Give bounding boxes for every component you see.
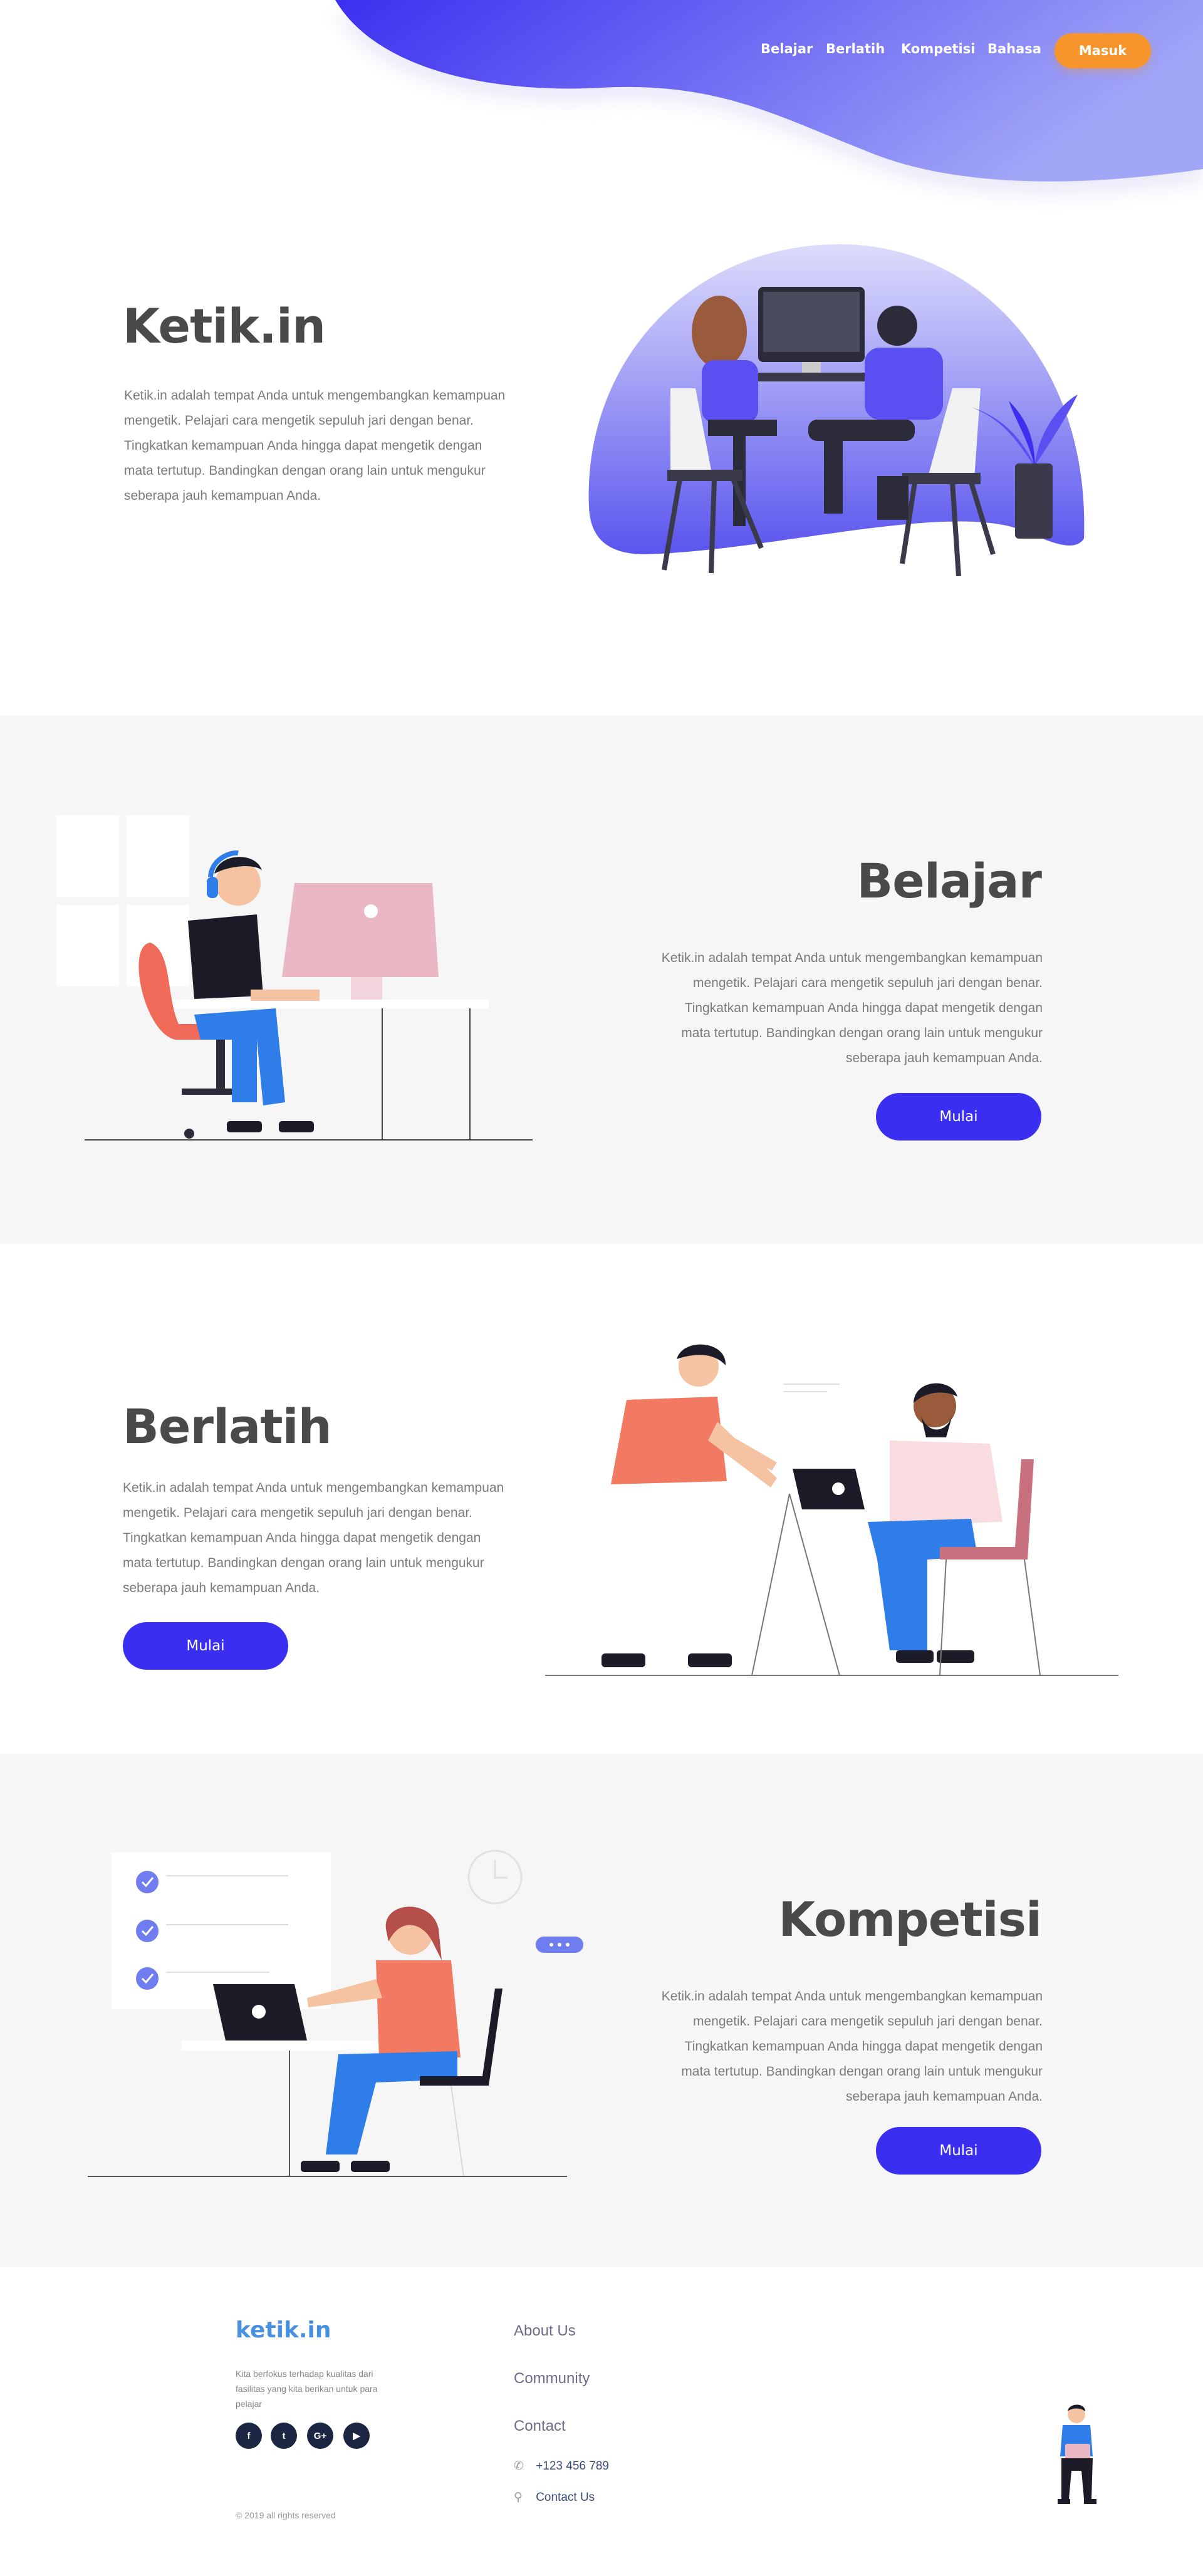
facebook-icon[interactable]: f	[236, 2423, 262, 2449]
twitter-icon[interactable]: t	[271, 2423, 297, 2449]
footer-mascot-illustration	[1058, 2404, 1096, 2504]
footer-logo-text: ketik.in	[236, 2317, 331, 2343]
hero-illustration	[588, 244, 1085, 576]
belajar-description: Ketik.in adalah tempat Anda untuk mengem…	[661, 951, 1043, 1065]
phone-number: +123 456 789	[536, 2460, 609, 2473]
contact-us-label: Contact Us	[536, 2491, 595, 2504]
copyright: © 2019 all rights reserved	[236, 2510, 336, 2520]
berlatih-title: Berlatih	[123, 1399, 332, 1454]
footer-link-contact[interactable]: Contact	[514, 2418, 566, 2435]
phone-icon: ✆	[514, 2460, 524, 2473]
nav-belajar[interactable]: Belajar	[761, 41, 813, 56]
google-plus-icon[interactable]: G+	[307, 2423, 333, 2449]
footer-link-about-us[interactable]: About Us	[514, 2322, 576, 2340]
footer-link-community[interactable]: Community	[514, 2370, 590, 2387]
berlatih-description: Ketik.in adalah tempat Anda untuk mengem…	[123, 1481, 504, 1595]
footer-phone: ✆ +123 456 789	[514, 2459, 609, 2473]
berlatih-illustration	[545, 1344, 1118, 1676]
footer-contact-us[interactable]: ⚲ Contact Us	[514, 2490, 595, 2505]
kompetisi-start-button[interactable]: Mulai	[876, 2127, 1041, 2175]
youtube-icon[interactable]: ▶	[343, 2423, 370, 2449]
header-wave	[335, 0, 1203, 195]
hero-title: Ketik.in	[123, 298, 326, 354]
hero-description: Ketik.in adalah tempat Anda untuk mengem…	[124, 388, 506, 503]
berlatih-start-button[interactable]: Mulai	[123, 1622, 288, 1670]
belajar-illustration	[56, 815, 533, 1141]
kompetisi-title: Kompetisi	[778, 1891, 1042, 1947]
belajar-start-button[interactable]: Mulai	[876, 1093, 1041, 1141]
nav-bahasa[interactable]: Bahasa	[987, 41, 1041, 56]
footer-logo[interactable]: ketik.in	[236, 2317, 331, 2343]
footer-tagline: Kita berfokus terhadap kualitas dari fas…	[236, 2369, 378, 2409]
belajar-title: Belajar	[857, 853, 1042, 909]
nav-kompetisi[interactable]: Kompetisi	[901, 41, 975, 56]
kompetisi-illustration	[88, 1849, 583, 2177]
login-button[interactable]: Masuk	[1055, 33, 1151, 68]
location-pin-icon: ⚲	[514, 2491, 523, 2504]
nav-berlatih[interactable]: Berlatih	[826, 41, 885, 56]
kompetisi-description: Ketik.in adalah tempat Anda untuk mengem…	[661, 1989, 1043, 2104]
